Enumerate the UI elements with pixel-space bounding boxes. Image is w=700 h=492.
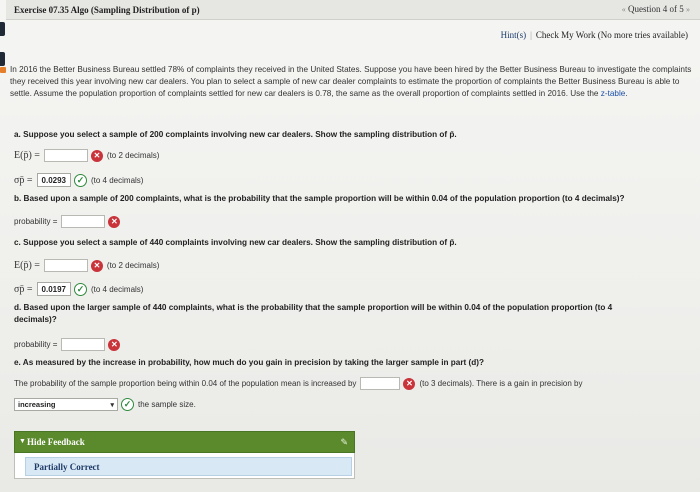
left-marker — [0, 22, 5, 36]
part-d-question: d. Based upon the larger sample of 440 c… — [14, 303, 613, 324]
sigma-answer[interactable]: 0.0197 — [36, 282, 71, 296]
feedback-panel: Partially Correct — [14, 453, 355, 479]
select-value: increasing — [18, 400, 56, 409]
probability-input[interactable] — [61, 215, 106, 228]
left-edge — [0, 0, 6, 492]
exercise-header: Exercise 07.35 Algo (Sampling Distributi… — [6, 0, 700, 20]
probability-input[interactable] — [61, 338, 106, 351]
intro-text: In 2016 the Better Business Bureau settl… — [10, 65, 692, 98]
correct-icon: ✓ — [74, 282, 87, 296]
sigma-note: (to 4 decimals) — [91, 284, 144, 294]
separator: | — [530, 30, 532, 40]
prev-question-icon[interactable]: « — [622, 5, 626, 14]
next-question-icon[interactable]: » — [686, 5, 690, 14]
ep-note: (to 2 decimals) — [106, 151, 160, 160]
correct-icon: ✓ — [74, 173, 87, 187]
hide-feedback-toggle[interactable]: ▼ Hide Feedback ✎ — [14, 431, 355, 453]
wrong-icon: ✕ — [403, 377, 416, 390]
chevron-down-icon: ▾ — [110, 401, 114, 409]
part-a-sigma-row: σp̄ = 0.0293 ✓ (to 4 decimals) — [14, 173, 143, 187]
select-tail: the sample size. — [138, 400, 196, 409]
hide-feedback-label: Hide Feedback — [27, 437, 85, 447]
part-c-question: c. Suppose you select a sample of 440 co… — [14, 238, 457, 247]
statement-text: The probability of the sample proportion… — [14, 379, 357, 388]
exercise-title: Exercise 07.35 Algo (Sampling Distributi… — [14, 5, 200, 15]
part-d-prob-row: probability = ✕ — [14, 338, 121, 351]
probability-label: probability = — [14, 340, 58, 349]
wrong-icon: ✕ — [108, 338, 121, 351]
ep-input[interactable] — [43, 149, 88, 162]
problem-intro: In 2016 the Better Business Bureau settl… — [0, 64, 695, 100]
feedback-result: Partially Correct — [25, 457, 352, 476]
sigma-note: (to 4 decimals) — [91, 175, 144, 185]
precision-select[interactable]: increasing ▾ — [14, 398, 118, 411]
result-text: Partially Correct — [34, 462, 100, 472]
wrong-icon: ✕ — [90, 259, 103, 272]
z-table-link[interactable]: z-table — [601, 89, 626, 98]
ep-input[interactable] — [43, 259, 88, 272]
part-c-ep-row: E(p̄) = ✕ (to 2 decimals) — [14, 259, 159, 272]
left-marker — [0, 52, 5, 66]
check-my-work-button[interactable]: Check My Work (No more tries available) — [536, 30, 688, 40]
hints-bar: Hint(s) | Check My Work (No more tries ava… — [501, 30, 688, 40]
collapse-triangle-icon: ▼ — [19, 438, 26, 445]
question-counter: Question 4 of 5 — [628, 4, 684, 14]
intro-end: . — [625, 89, 628, 98]
correct-icon: ✓ — [121, 398, 134, 411]
question-nav[interactable]: « Question 4 of 5 » — [622, 4, 690, 14]
part-c-sigma-row: σp̄ = 0.0197 ✓ (to 4 decimals) — [14, 282, 143, 296]
part-b-question: b. Based upon a sample of 200 complaints… — [14, 194, 625, 203]
sigma-label: σp̄ = — [14, 174, 33, 186]
part-b-prob-row: probability = ✕ — [14, 215, 121, 228]
wrong-icon: ✕ — [108, 215, 121, 228]
ep-note: (to 2 decimals) — [106, 261, 160, 270]
part-e-question: e. As measured by the increase in probab… — [14, 358, 484, 367]
hints-link[interactable]: Hint(s) — [501, 30, 527, 40]
statement-tail: (to 3 decimals). There is a gain in prec… — [419, 379, 583, 388]
sigma-answer[interactable]: 0.0293 — [36, 173, 71, 187]
increase-input[interactable] — [360, 377, 401, 390]
probability-label: probability = — [14, 217, 58, 226]
current-item-icon — [0, 67, 6, 73]
pencil-icon: ✎ — [340, 437, 348, 447]
page: Exercise 07.35 Algo (Sampling Distributi… — [0, 0, 700, 492]
sigma-label: σp̄ = — [14, 283, 33, 295]
part-a-ep-row: E(p̄) = ✕ (to 2 decimals) — [14, 149, 159, 162]
part-e-statement-row: The probability of the sample proportion… — [14, 377, 582, 390]
part-e-select-row: increasing ▾ ✓ the sample size. — [14, 398, 196, 411]
part-a-question: a. Suppose you select a sample of 200 co… — [14, 130, 457, 139]
ep-label: E(p̄) = — [14, 150, 40, 161]
ep-label: E(p̄) = — [14, 260, 40, 271]
wrong-icon: ✕ — [90, 149, 103, 162]
